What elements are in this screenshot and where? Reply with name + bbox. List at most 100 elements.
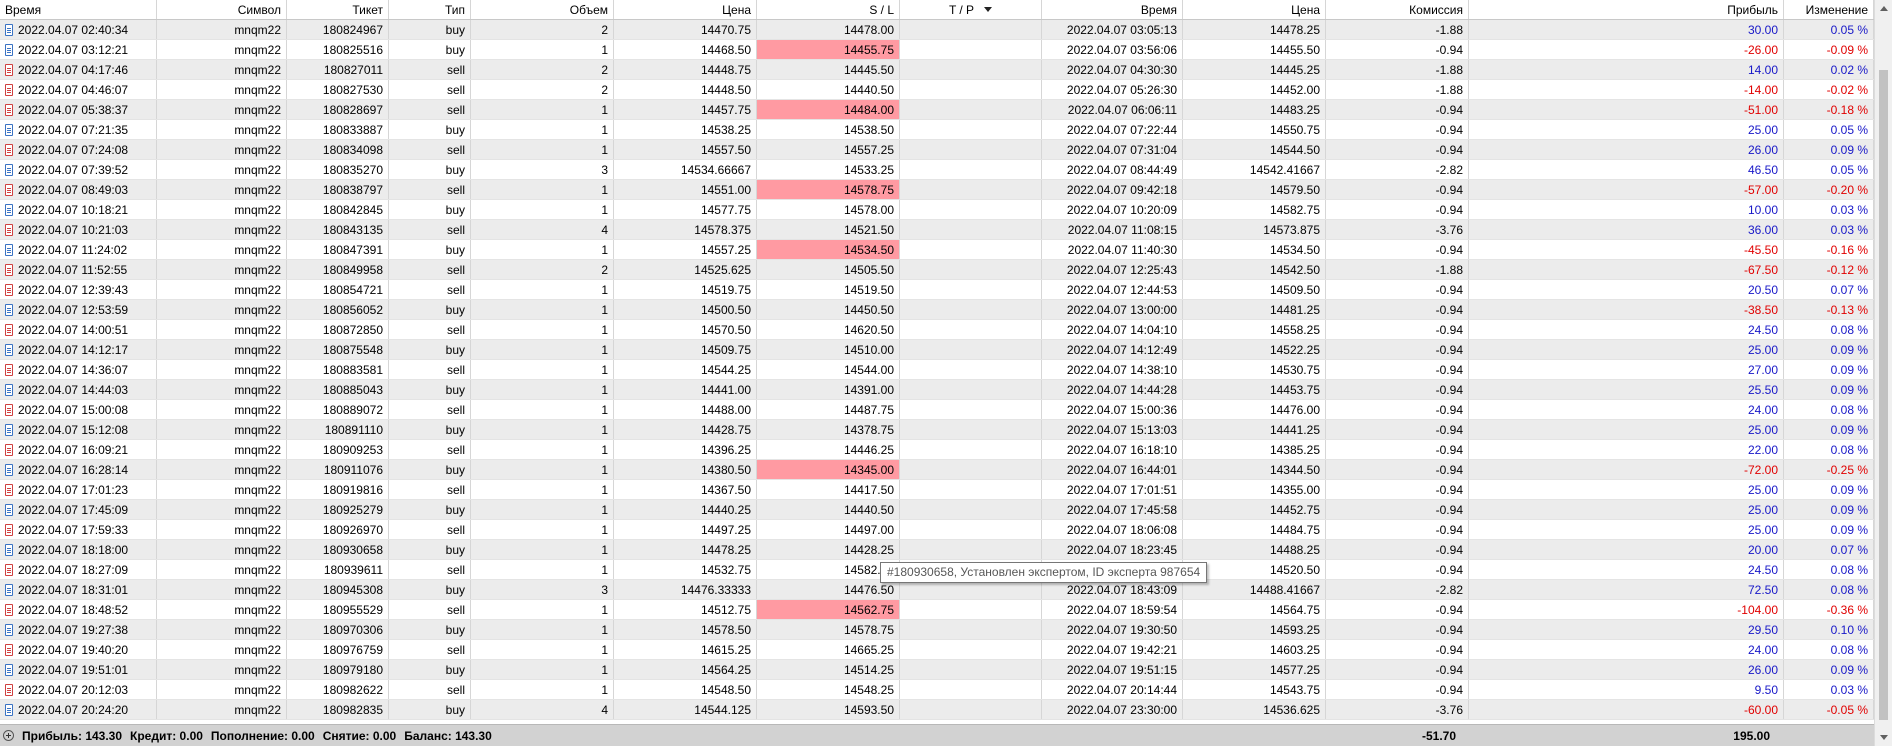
- table-row[interactable]: 2022.04.07 11:24:02 mnqm22 180847391 buy 1 14…: [0, 240, 1874, 260]
- table-row[interactable]: 2022.04.07 07:21:35 mnqm22 180833887 buy 1 14…: [0, 120, 1874, 140]
- column-header-volume[interactable]: Объем: [471, 0, 614, 19]
- column-header-profit[interactable]: Прибыль: [1469, 0, 1784, 19]
- cell-tp: [900, 280, 1042, 299]
- cell-commission: -1.88: [1326, 260, 1469, 279]
- column-header-sl[interactable]: S / L: [757, 0, 900, 19]
- cell-profit: 24.50: [1469, 560, 1784, 579]
- cell-change: -0.12 %: [1784, 260, 1874, 279]
- table-row[interactable]: 2022.04.07 14:12:17 mnqm22 180875548 buy 1 14…: [0, 340, 1874, 360]
- table-row[interactable]: 2022.04.07 10:18:21 mnqm22 180842845 buy 1 14…: [0, 200, 1874, 220]
- expand-plus-icon[interactable]: [3, 730, 14, 741]
- table-row[interactable]: 2022.04.07 19:40:20 mnqm22 180976759 sell 1 1…: [0, 640, 1874, 660]
- cell-change: -0.02 %: [1784, 80, 1874, 99]
- table-row[interactable]: 2022.04.07 18:48:52 mnqm22 180955529 sell 1 1…: [0, 600, 1874, 620]
- cell-sl: 14534.50: [757, 240, 900, 259]
- column-header-ticket[interactable]: Тикет: [287, 0, 389, 19]
- cell-commission: -2.82: [1326, 160, 1469, 179]
- sell-order-icon: [5, 143, 13, 156]
- table-row[interactable]: 2022.04.07 17:01:23 mnqm22 180919816 sell 1 1…: [0, 480, 1874, 500]
- table-row[interactable]: 2022.04.07 05:38:37 mnqm22 180828697 sell 1 1…: [0, 100, 1874, 120]
- cell-type: buy: [389, 620, 471, 639]
- cell-commission: -1.88: [1326, 20, 1469, 39]
- table-row[interactable]: 2022.04.07 14:44:03 mnqm22 180885043 buy 1 14…: [0, 380, 1874, 400]
- cell-profit: 25.00: [1469, 120, 1784, 139]
- column-header-commission[interactable]: Комиссия: [1326, 0, 1469, 19]
- buy-order-icon: [5, 23, 13, 36]
- table-row[interactable]: 2022.04.07 17:45:09 mnqm22 180925279 buy 1 14…: [0, 500, 1874, 520]
- cell-tp: [900, 540, 1042, 559]
- table-row[interactable]: 2022.04.07 12:53:59 mnqm22 180856052 buy 1 14…: [0, 300, 1874, 320]
- cell-sl: 14533.25: [757, 160, 900, 179]
- table-row[interactable]: 2022.04.07 02:40:34 mnqm22 180824967 buy 2 14…: [0, 20, 1874, 40]
- cell-price-close: 14577.25: [1183, 660, 1326, 679]
- column-header-tp[interactable]: T / P: [900, 0, 1042, 19]
- table-row[interactable]: 2022.04.07 18:18:00 mnqm22 180930658 buy 1 14…: [0, 540, 1874, 560]
- cell-price-open: 14448.75: [614, 60, 757, 79]
- cell-time-open: 2022.04.07 14:00:51: [0, 320, 157, 339]
- table-row[interactable]: 2022.04.07 15:12:08 mnqm22 180891110 buy 1 14…: [0, 420, 1874, 440]
- cell-profit: 10.00: [1469, 200, 1784, 219]
- table-row[interactable]: 2022.04.07 17:59:33 mnqm22 180926970 sell 1 1…: [0, 520, 1874, 540]
- cell-symbol: mnqm22: [157, 220, 287, 239]
- cell-time-open: 2022.04.07 07:39:52: [0, 160, 157, 179]
- table-row[interactable]: 2022.04.07 07:24:08 mnqm22 180834098 sell 1 1…: [0, 140, 1874, 160]
- table-row[interactable]: 2022.04.07 11:52:55 mnqm22 180849958 sell 2 1…: [0, 260, 1874, 280]
- table-row[interactable]: 2022.04.07 03:12:21 mnqm22 180825516 buy 1 14…: [0, 40, 1874, 60]
- cell-volume: 1: [471, 100, 614, 119]
- cell-price-open: 14441.00: [614, 380, 757, 399]
- table-row[interactable]: 2022.04.07 15:00:08 mnqm22 180889072 sell 1 1…: [0, 400, 1874, 420]
- cell-sl: 14450.50: [757, 300, 900, 319]
- table-row[interactable]: 2022.04.07 18:31:01 mnqm22 180945308 buy 3 14…: [0, 580, 1874, 600]
- cell-symbol: mnqm22: [157, 60, 287, 79]
- cell-change: 0.05 %: [1784, 160, 1874, 179]
- sell-order-icon: [5, 603, 13, 616]
- column-header-type[interactable]: Тип: [389, 0, 471, 19]
- column-header-time-close[interactable]: Время: [1042, 0, 1183, 19]
- scroll-down-arrow-icon[interactable]: [1880, 735, 1888, 740]
- table-row[interactable]: 2022.04.07 04:17:46 mnqm22 180827011 sell 2 1…: [0, 60, 1874, 80]
- table-row[interactable]: 2022.04.07 20:12:03 mnqm22 180982622 sell 1 1…: [0, 680, 1874, 700]
- cell-ticket: 180856052: [287, 300, 389, 319]
- buy-order-icon: [5, 303, 13, 316]
- cell-type: buy: [389, 200, 471, 219]
- cell-time-close: 2022.04.07 17:01:51: [1042, 480, 1183, 499]
- buy-order-icon: [5, 203, 13, 216]
- cell-time-close: 2022.04.07 12:44:53: [1042, 280, 1183, 299]
- table-row[interactable]: 2022.04.07 14:36:07 mnqm22 180883581 sell 1 1…: [0, 360, 1874, 380]
- table-row[interactable]: 2022.04.07 10:21:03 mnqm22 180843135 sell 4 1…: [0, 220, 1874, 240]
- cell-ticket: 180843135: [287, 220, 389, 239]
- cell-symbol: mnqm22: [157, 680, 287, 699]
- column-header-symbol[interactable]: Символ: [157, 0, 287, 19]
- cell-type: sell: [389, 100, 471, 119]
- table-row[interactable]: 2022.04.07 04:46:07 mnqm22 180827530 sell 2 1…: [0, 80, 1874, 100]
- sell-order-icon: [5, 63, 13, 76]
- cell-time-open-text: 2022.04.07 19:27:38: [18, 622, 129, 637]
- cell-commission: -3.76: [1326, 700, 1469, 719]
- table-row[interactable]: 2022.04.07 19:27:38 mnqm22 180970306 buy 1 14…: [0, 620, 1874, 640]
- cell-time-open-text: 2022.04.07 14:12:17: [18, 342, 129, 357]
- table-row[interactable]: 2022.04.07 16:09:21 mnqm22 180909253 sell 1 1…: [0, 440, 1874, 460]
- cell-time-open: 2022.04.07 18:31:01: [0, 580, 157, 599]
- table-row[interactable]: 2022.04.07 19:51:01 mnqm22 180979180 buy 1 14…: [0, 660, 1874, 680]
- table-row[interactable]: 2022.04.07 14:00:51 mnqm22 180872850 sell 1 1…: [0, 320, 1874, 340]
- table-row[interactable]: 2022.04.07 16:28:14 mnqm22 180911076 buy 1 14…: [0, 460, 1874, 480]
- column-header-price-open[interactable]: Цена: [614, 0, 757, 19]
- table-row[interactable]: 2022.04.07 20:24:20 mnqm22 180982835 buy 4 14…: [0, 700, 1874, 720]
- column-header-change[interactable]: Изменение: [1784, 0, 1874, 19]
- sell-order-icon: [5, 283, 13, 296]
- table-row[interactable]: 2022.04.07 12:39:43 mnqm22 180854721 sell 1 1…: [0, 280, 1874, 300]
- scroll-up-arrow-icon[interactable]: [1880, 6, 1888, 11]
- cell-price-close: 14542.50: [1183, 260, 1326, 279]
- sell-order-icon: [5, 643, 13, 656]
- table-row[interactable]: 2022.04.07 08:49:03 mnqm22 180838797 sell 1 1…: [0, 180, 1874, 200]
- column-header-price-close[interactable]: Цена: [1183, 0, 1326, 19]
- scrollbar-thumb[interactable]: [1879, 70, 1888, 720]
- cell-volume: 1: [471, 120, 614, 139]
- cell-price-open: 14544.25: [614, 360, 757, 379]
- column-header-time-open[interactable]: Время: [0, 0, 157, 19]
- table-row[interactable]: 2022.04.07 07:39:52 mnqm22 180835270 buy 3 14…: [0, 160, 1874, 180]
- cell-time-open-text: 2022.04.07 18:48:52: [18, 602, 129, 617]
- vertical-scrollbar[interactable]: [1874, 0, 1892, 746]
- buy-order-icon: [5, 503, 13, 516]
- cell-price-open: 14478.25: [614, 540, 757, 559]
